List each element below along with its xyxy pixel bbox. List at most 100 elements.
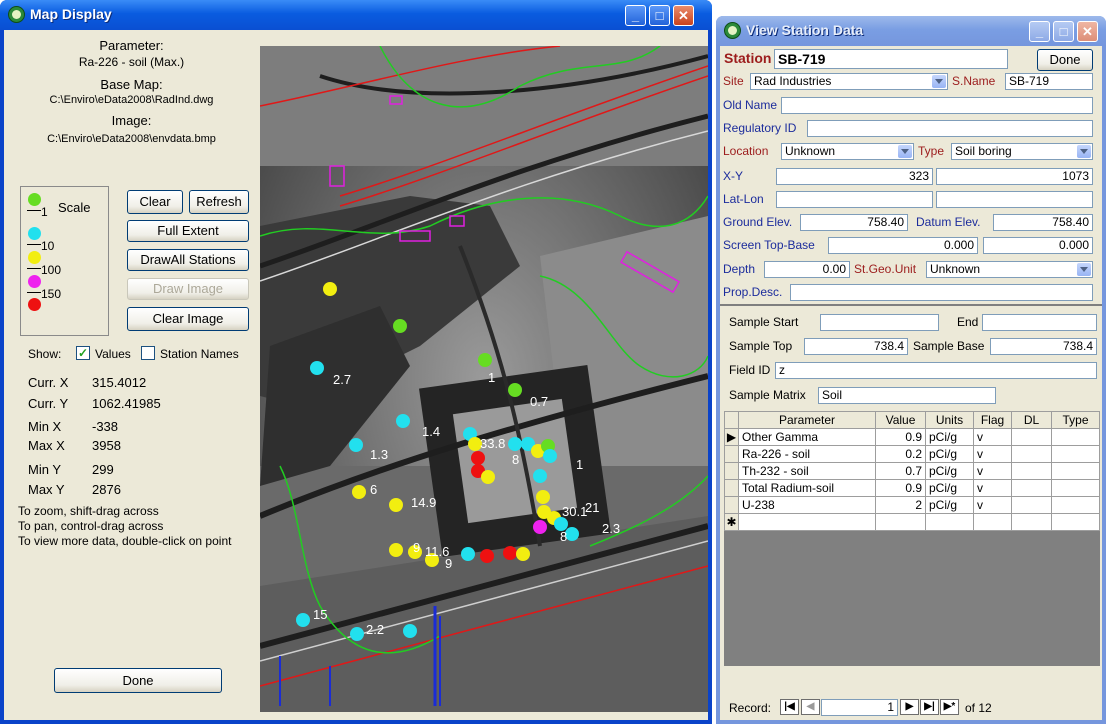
first-record-icon[interactable]: |◀ — [780, 699, 799, 715]
station-point[interactable] — [323, 282, 337, 296]
grid-header-units[interactable]: Units — [925, 411, 974, 429]
ground-elev-field[interactable]: 758.40 — [800, 214, 908, 231]
cell-parameter[interactable]: Total Radium-soil — [738, 479, 876, 497]
station-point[interactable] — [516, 547, 530, 561]
prop-desc-field[interactable] — [790, 284, 1093, 301]
next-record-icon[interactable]: ▶ — [900, 699, 919, 715]
cell-dl[interactable] — [1011, 479, 1052, 497]
row-selector[interactable] — [724, 445, 739, 463]
regulatory-id-field[interactable] — [807, 120, 1093, 137]
minimize-icon[interactable]: _ — [625, 5, 646, 26]
cell-type[interactable] — [1051, 479, 1100, 497]
new-row-icon[interactable]: ✱ — [724, 513, 739, 531]
table-row[interactable]: U-238 2 pCi/g v — [724, 496, 1100, 514]
last-record-icon[interactable]: ▶| — [920, 699, 939, 715]
site-select[interactable]: Rad Industries — [750, 73, 948, 90]
cell-type[interactable] — [1051, 445, 1100, 463]
minimize-icon[interactable]: _ — [1029, 21, 1050, 42]
y-field[interactable]: 1073 — [936, 168, 1093, 185]
cell-empty[interactable] — [875, 513, 926, 531]
refresh-button[interactable]: Refresh — [189, 190, 249, 214]
cell-value[interactable]: 2 — [875, 496, 926, 514]
draw-image-button[interactable]: Draw Image — [127, 278, 249, 300]
current-record-icon[interactable]: ▶ — [724, 428, 739, 446]
grid-header-value[interactable]: Value — [875, 411, 926, 429]
chevron-down-icon[interactable] — [932, 75, 946, 88]
datum-elev-field[interactable]: 758.40 — [993, 214, 1093, 231]
station-done-button[interactable]: Done — [1037, 49, 1093, 71]
x-field[interactable]: 323 — [776, 168, 933, 185]
record-number-field[interactable]: 1 — [821, 699, 898, 716]
station-point[interactable] — [350, 627, 364, 641]
station-point[interactable] — [503, 546, 517, 560]
cell-empty[interactable] — [925, 513, 974, 531]
sample-matrix-field[interactable]: Soil — [818, 387, 996, 404]
cell-value[interactable]: 0.9 — [875, 428, 926, 446]
lat-field[interactable] — [776, 191, 933, 208]
station-point[interactable] — [481, 470, 495, 484]
cell-flag[interactable]: v — [973, 462, 1012, 480]
cell-units[interactable]: pCi/g — [925, 462, 974, 480]
station-point[interactable] — [403, 624, 417, 638]
station-point[interactable] — [310, 361, 324, 375]
depth-field[interactable]: 0.00 — [764, 261, 850, 278]
station-point[interactable] — [533, 520, 547, 534]
cell-units[interactable]: pCi/g — [925, 428, 974, 446]
full-extent-button[interactable]: Full Extent — [127, 220, 249, 242]
location-select[interactable]: Unknown — [781, 143, 914, 160]
station-point[interactable] — [478, 353, 492, 367]
draw-all-stations-button[interactable]: DrawAll Stations — [127, 249, 249, 271]
cell-empty[interactable] — [1051, 513, 1100, 531]
sample-base-field[interactable]: 738.4 — [990, 338, 1097, 355]
cell-parameter[interactable]: Other Gamma — [738, 428, 876, 446]
station-field[interactable]: SB-719 — [774, 49, 1008, 69]
row-selector[interactable] — [724, 496, 739, 514]
station-point[interactable] — [296, 613, 310, 627]
aerial-map[interactable]: 2.7 10.71.41.333.81614.930.12182.39 11.691… — [260, 46, 708, 712]
cell-parameter[interactable]: U-238 — [738, 496, 876, 514]
sample-top-field[interactable]: 738.4 — [804, 338, 908, 355]
cell-units[interactable]: pCi/g — [925, 445, 974, 463]
cell-value[interactable]: 0.2 — [875, 445, 926, 463]
cell-units[interactable]: pCi/g — [925, 496, 974, 514]
cell-dl[interactable] — [1011, 462, 1052, 480]
cell-flag[interactable]: v — [973, 445, 1012, 463]
type-select[interactable]: Soil boring — [951, 143, 1093, 160]
station-point[interactable] — [349, 438, 363, 452]
close-icon[interactable]: ✕ — [1077, 21, 1098, 42]
clear-image-button[interactable]: Clear Image — [127, 307, 249, 331]
cell-flag[interactable]: v — [973, 428, 1012, 446]
cell-parameter[interactable]: Ra-226 - soil — [738, 445, 876, 463]
cell-type[interactable] — [1051, 428, 1100, 446]
table-row[interactable]: Th-232 - soil 0.7 pCi/g v — [724, 462, 1100, 480]
screen-top-field[interactable]: 0.000 — [828, 237, 978, 254]
station-point[interactable] — [389, 543, 403, 557]
map-done-button[interactable]: Done — [54, 668, 222, 693]
station-point[interactable] — [533, 469, 547, 483]
cell-units[interactable]: pCi/g — [925, 479, 974, 497]
values-checkbox[interactable]: ✓ — [76, 346, 90, 360]
close-icon[interactable]: ✕ — [673, 5, 694, 26]
stgeo-unit-select[interactable]: Unknown — [926, 261, 1093, 278]
new-row[interactable]: ✱ — [724, 513, 1100, 531]
table-row[interactable]: Ra-226 - soil 0.2 pCi/g v — [724, 445, 1100, 463]
table-row[interactable]: ▶ Other Gamma 0.9 pCi/g v — [724, 428, 1100, 446]
cell-flag[interactable]: v — [973, 496, 1012, 514]
grid-header-type[interactable]: Type — [1051, 411, 1100, 429]
grid-header-parameter[interactable]: Parameter — [738, 411, 876, 429]
chevron-down-icon[interactable] — [898, 145, 912, 158]
previous-record-icon[interactable]: ◀ — [801, 699, 820, 715]
sname-field[interactable]: SB-719 — [1005, 73, 1093, 90]
cell-value[interactable]: 0.9 — [875, 479, 926, 497]
cell-dl[interactable] — [1011, 428, 1052, 446]
cell-dl[interactable] — [1011, 445, 1052, 463]
station-point[interactable] — [389, 498, 403, 512]
screen-base-field[interactable]: 0.000 — [983, 237, 1093, 254]
new-record-icon[interactable]: ▶* — [940, 699, 959, 715]
station-point[interactable] — [480, 549, 494, 563]
station-point[interactable] — [396, 414, 410, 428]
lon-field[interactable] — [936, 191, 1093, 208]
cell-empty[interactable] — [738, 513, 876, 531]
station-point[interactable] — [508, 437, 522, 451]
chevron-down-icon[interactable] — [1077, 145, 1091, 158]
